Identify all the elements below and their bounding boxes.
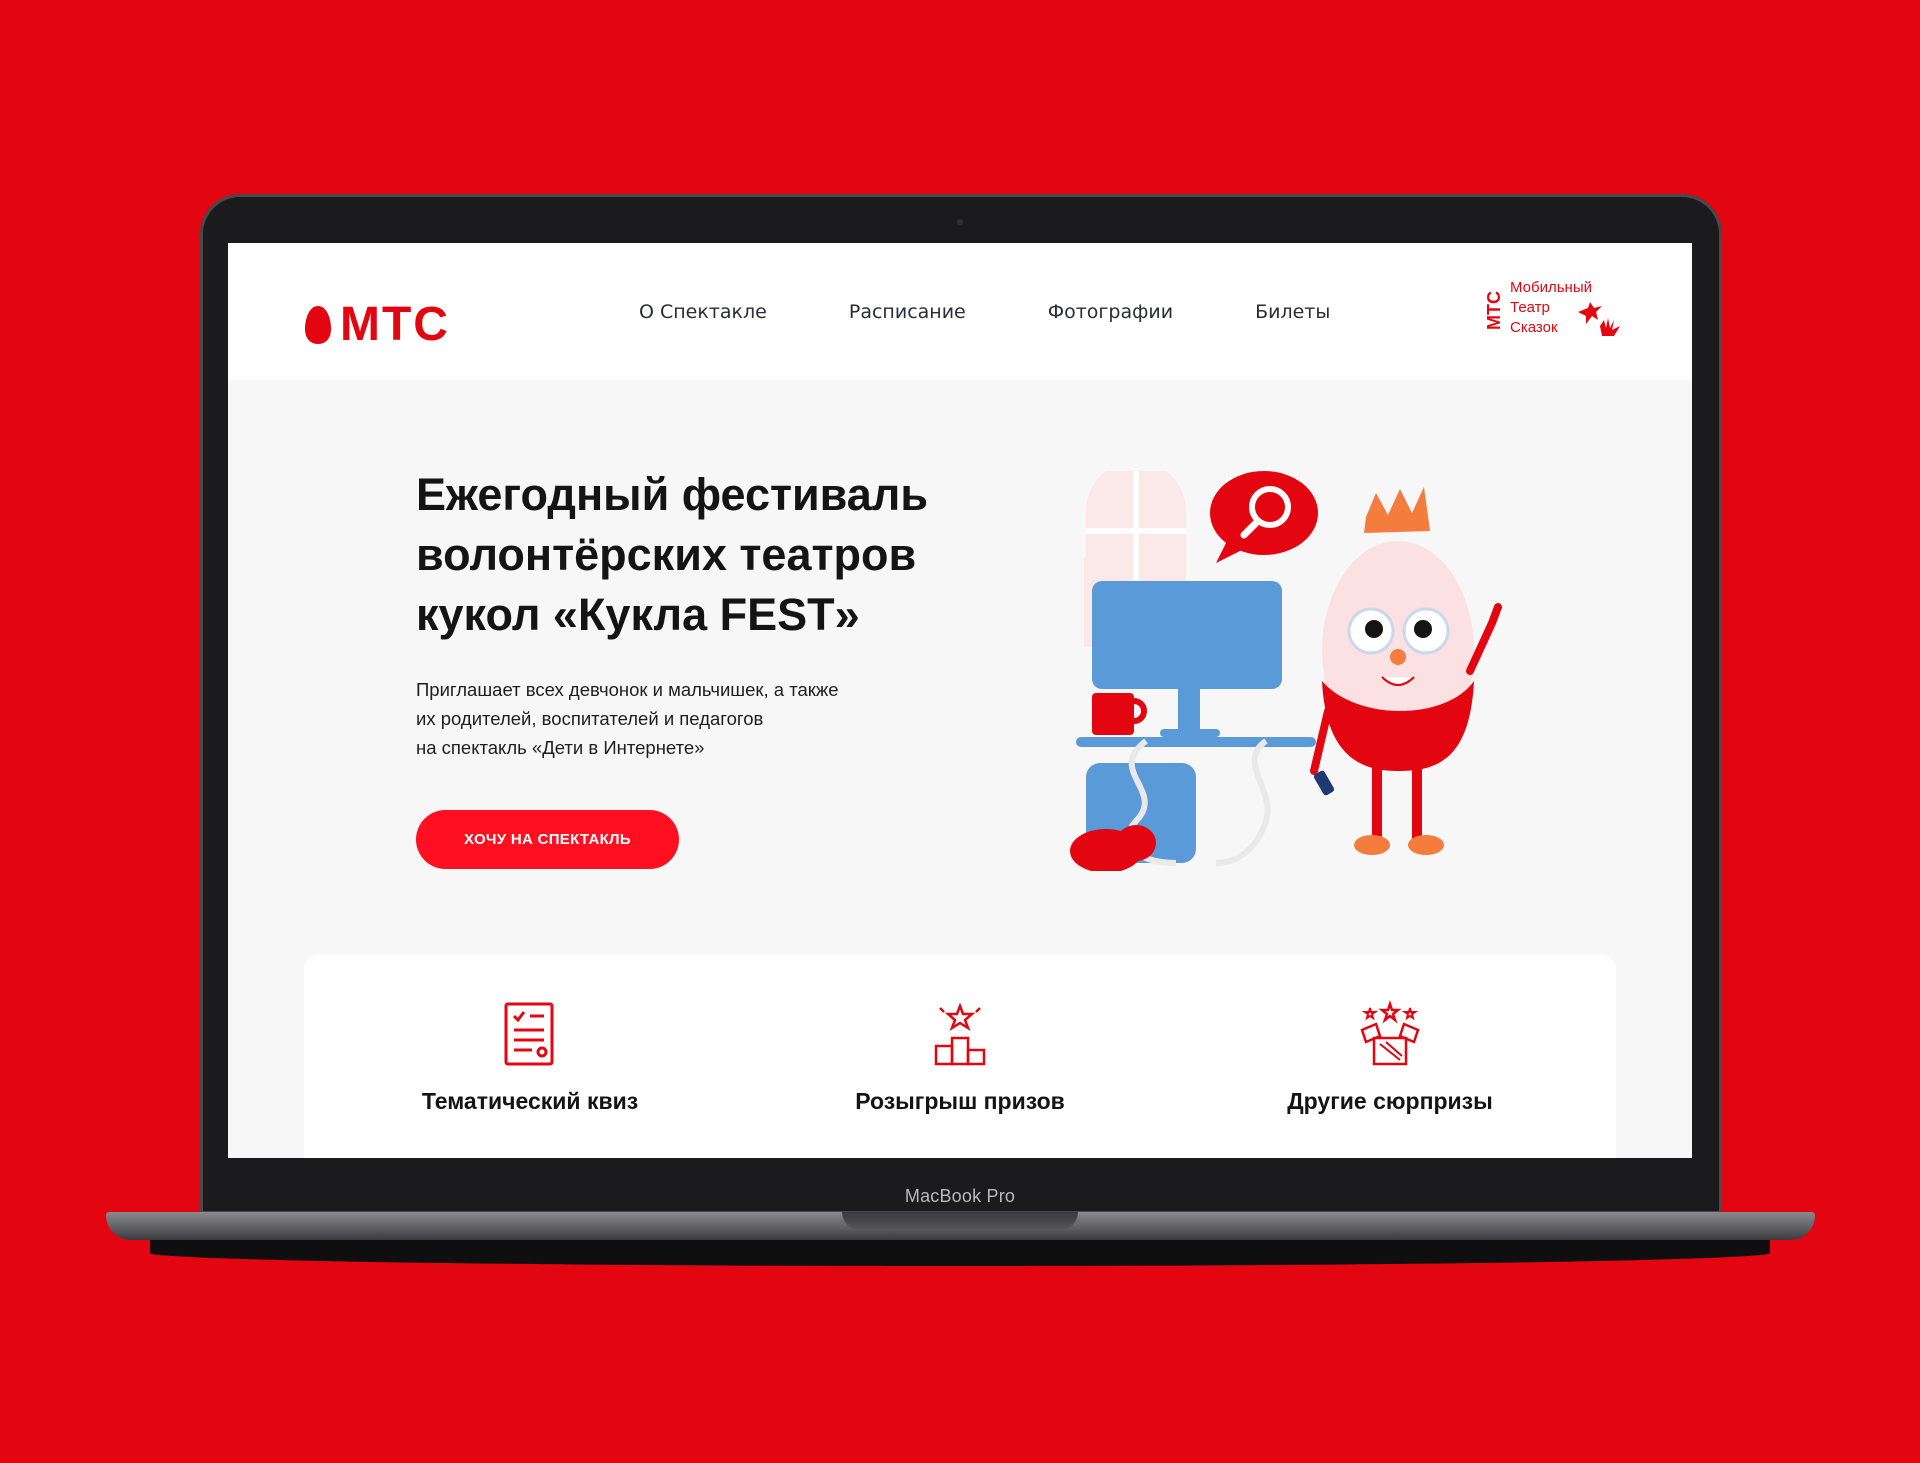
- laptop-screen: МТС О Спектакле Расписание Фотографии Би…: [228, 243, 1692, 1158]
- hero-title-line: волонтёрских театров: [416, 529, 917, 580]
- nav-schedule[interactable]: Расписание: [849, 301, 966, 323]
- hero-title-line: Ежегодный фестиваль: [416, 469, 929, 520]
- hero-title-line: кукол «Кукла FEST»: [416, 589, 860, 640]
- laptop-hinge-notch: [842, 1212, 1078, 1230]
- nav-about[interactable]: О Спектакле: [639, 301, 767, 323]
- mug-illustration: [1092, 693, 1147, 735]
- gift-box-icon: [1360, 1000, 1420, 1066]
- puppet-hands-icon: [1578, 302, 1620, 336]
- macbook-model-label: MacBook Pro: [904, 1186, 1016, 1206]
- hero-subtitle-line: их родителей, воспитателей и педагогов: [416, 708, 764, 729]
- quiz-checklist-icon: [504, 1002, 554, 1066]
- hero-title: Ежегодный фестиваль волонтёрских театров…: [416, 465, 1016, 645]
- hero-subtitle-line: на спектакль «Дети в Интернете»: [416, 737, 705, 758]
- bush-illustration: [1070, 825, 1156, 871]
- nav-photos[interactable]: Фотографии: [1048, 301, 1173, 323]
- want-to-show-button[interactable]: ХОЧУ НА СПЕКТАКЛЬ: [416, 810, 679, 869]
- search-bubble-icon: [1210, 471, 1318, 563]
- hero-illustration: [1070, 471, 1502, 871]
- laptop-base-shadow: [150, 1240, 1770, 1266]
- hero-subtitle-line: Приглашает всех девчонок и мальчишек, а …: [416, 679, 839, 700]
- main-nav: О Спектакле Расписание Фотографии Билеты: [639, 301, 1412, 323]
- site-header: МТС О Спектакле Расписание Фотографии Би…: [228, 243, 1692, 380]
- egg-character-illustration: [1310, 487, 1502, 855]
- feature-quiz-label: Тематический квиз: [421, 1088, 639, 1114]
- feature-prizes: Розыгрыш призов: [790, 1000, 1130, 1115]
- feature-quiz: Тематический квиз: [360, 1000, 700, 1115]
- feature-prizes-label: Розыгрыш призов: [855, 1088, 1065, 1114]
- webcam: [957, 219, 963, 225]
- mts-egg-icon: [305, 305, 331, 344]
- desk-illustration: [1076, 737, 1316, 747]
- nav-tickets[interactable]: Билеты: [1255, 301, 1330, 323]
- brand-vertical-text: МТС: [1484, 291, 1504, 331]
- feature-surprises: Другие сюрпризы: [1220, 1000, 1560, 1115]
- mts-logo[interactable]: МТС: [304, 297, 450, 352]
- features-card: Тематический квиз Розыгрыш призов Другие…: [304, 954, 1616, 1158]
- hero-subtitle: Приглашает всех девчонок и мальчишек, а …: [416, 675, 936, 762]
- logo-text: МТС: [340, 298, 450, 351]
- brand-line-1: Мобильный: [1510, 279, 1592, 296]
- prize-podium-icon: [934, 1002, 986, 1066]
- theatre-brand-logo[interactable]: МТС Мобильный Театр Сказок: [1484, 279, 1624, 342]
- feature-surprises-label: Другие сюрпризы: [1287, 1088, 1493, 1114]
